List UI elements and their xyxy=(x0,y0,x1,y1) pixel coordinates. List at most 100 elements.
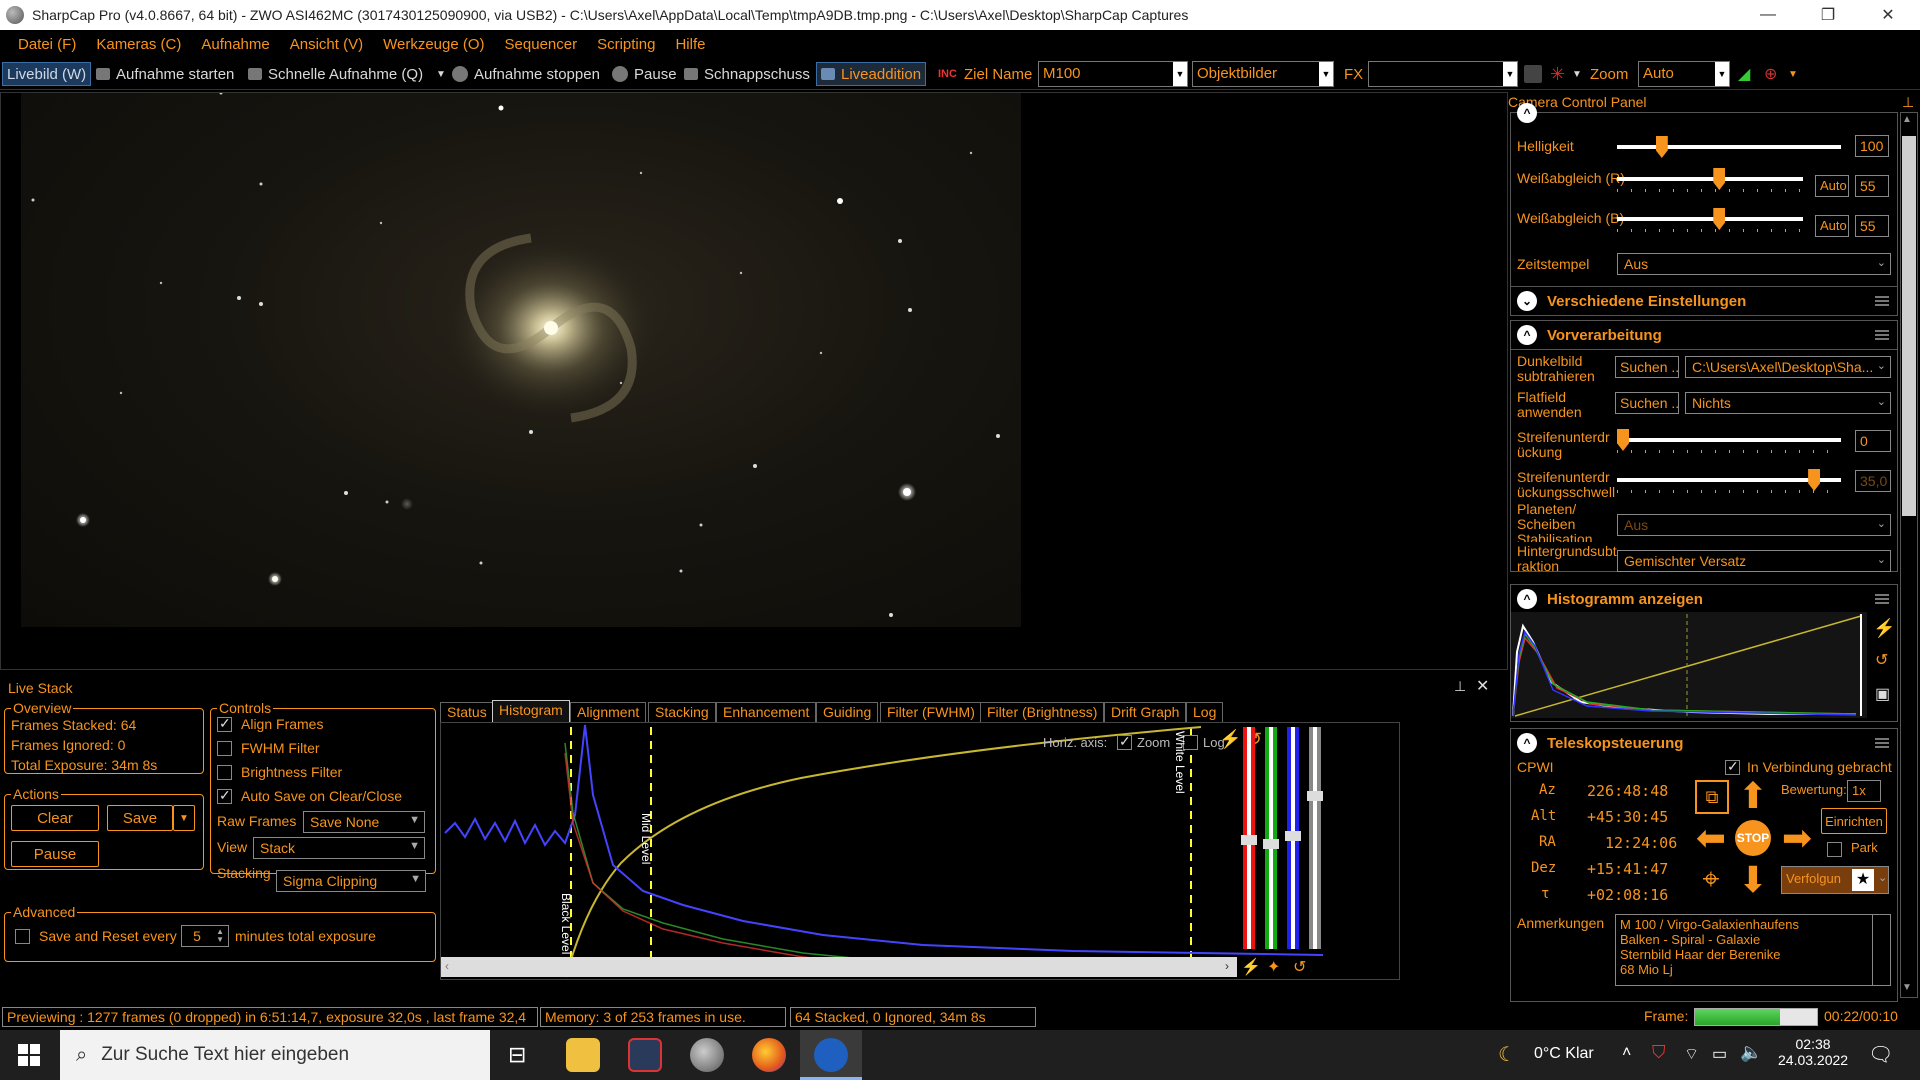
wb-b-auto[interactable]: Auto xyxy=(1815,215,1849,237)
focus-icon[interactable]: ⊕ xyxy=(1764,62,1777,86)
menu-scripting[interactable]: Scripting xyxy=(597,36,655,53)
wb-b-input[interactable]: 55 xyxy=(1855,215,1889,237)
wb-r-auto[interactable]: Auto xyxy=(1815,175,1849,197)
green-slider-handle[interactable] xyxy=(1263,839,1279,849)
livebild-button[interactable]: Livebild (W) xyxy=(2,62,92,86)
tab-guiding[interactable]: Guiding xyxy=(816,702,879,722)
tab-filter-fwhm[interactable]: Filter (FWHM) xyxy=(880,702,982,722)
notifications-icon[interactable]: 🗨 xyxy=(1868,1042,1893,1067)
verfolgung-select[interactable]: Verfolgun ★ ⌄ xyxy=(1781,866,1889,894)
cpwi-app-icon[interactable] xyxy=(628,1038,662,1072)
zeitstempel-select[interactable]: Aus ⌄ xyxy=(1617,253,1891,275)
collapse-icon[interactable]: ^ xyxy=(1517,103,1537,123)
save-dropdown-icon[interactable]: ▼ xyxy=(173,805,195,831)
chevron-down-icon[interactable]: ▼ xyxy=(1788,62,1798,86)
textarea-scrollbar[interactable] xyxy=(1872,915,1888,985)
reset-icon[interactable]: ↺ xyxy=(1875,650,1888,670)
streifen-input[interactable]: 0 xyxy=(1855,430,1891,452)
flatfield-select[interactable]: Nichts ⌄ xyxy=(1685,392,1891,414)
pause-button[interactable]: Pause xyxy=(612,62,677,86)
menu-sequencer[interactable]: Sequencer xyxy=(505,36,578,53)
vorverarbeitung-header[interactable]: ^ Vorverarbeitung xyxy=(1510,320,1898,350)
planeten-select[interactable]: Aus ⌄ xyxy=(1617,514,1891,536)
aufnahme-stoppen-button[interactable]: Aufnahme stoppen xyxy=(452,62,600,86)
shield-icon[interactable]: ⛉ xyxy=(1652,1042,1666,1063)
auto-save-checkbox[interactable] xyxy=(217,787,232,804)
slider-thumb[interactable] xyxy=(1713,208,1726,230)
menu-icon[interactable] xyxy=(1875,330,1889,340)
fwhm-filter-checkbox[interactable] xyxy=(217,741,232,756)
close-icon[interactable]: ✕ xyxy=(1476,676,1489,696)
arrow-left-button[interactable]: ⬅ xyxy=(1691,817,1731,858)
menu-icon[interactable] xyxy=(1875,594,1889,604)
scroll-left-icon[interactable]: ‹ xyxy=(445,959,449,973)
ziel-name-input[interactable]: M100 ▼ xyxy=(1038,61,1188,87)
lightning-icon[interactable]: ⚡ xyxy=(1873,618,1895,639)
crosshair-icon[interactable]: ✳ xyxy=(1550,62,1565,86)
menu-icon[interactable] xyxy=(1875,738,1889,748)
chevron-up-icon[interactable]: ˄ xyxy=(1622,1044,1631,1062)
sharpcap-icon[interactable] xyxy=(690,1038,724,1072)
close-button[interactable]: ✕ xyxy=(1860,0,1916,30)
pin-icon[interactable]: ⊥ xyxy=(1454,678,1466,695)
tab-filter-brightness[interactable]: Filter (Brightness) xyxy=(980,702,1105,722)
einrichten-button[interactable]: Einrichten xyxy=(1821,808,1887,834)
menu-aufnahme[interactable]: Aufnahme xyxy=(201,36,269,53)
histogram-view[interactable]: Horiz. axis: Zoom Log ⚡ ↺ Black Level Mi… xyxy=(440,722,1400,980)
chevron-down-icon[interactable]: ▼ xyxy=(1572,62,1582,86)
task-view-icon[interactable]: ⊟ xyxy=(508,1042,526,1068)
menu-werkzeuge[interactable]: Werkzeuge (O) xyxy=(383,36,484,53)
verbunden-checkbox[interactable] xyxy=(1725,758,1740,775)
battery-icon[interactable]: ▭ xyxy=(1712,1044,1727,1064)
park-checkbox[interactable] xyxy=(1827,842,1842,857)
slider-thumb[interactable] xyxy=(1617,429,1629,451)
pin-icon[interactable]: ⊥ xyxy=(1902,94,1914,111)
file-explorer-icon[interactable] xyxy=(566,1038,600,1072)
scroll-right-icon[interactable]: › xyxy=(1225,959,1229,973)
grid-icon[interactable] xyxy=(1524,62,1548,86)
zoom-checkbox[interactable] xyxy=(1117,733,1132,750)
wb-r-input[interactable]: 55 xyxy=(1855,175,1889,197)
schnelle-aufnahme-button[interactable]: Schnelle Aufnahme (Q) xyxy=(248,62,423,86)
histogram-stretch-icon[interactable]: ◢ xyxy=(1738,62,1750,86)
hintergrund-select[interactable]: Gemischter Versatz ⌄ xyxy=(1617,550,1891,572)
spiral-search-icon[interactable]: ⧉ xyxy=(1695,780,1729,814)
tab-histogram[interactable]: Histogram xyxy=(492,700,570,722)
view-select[interactable]: Stack ▼ xyxy=(253,837,425,859)
pause-stack-button[interactable]: Pause xyxy=(11,841,99,867)
helligkeit-slider[interactable] xyxy=(1617,136,1841,158)
scrollbar-thumb[interactable] xyxy=(1902,136,1916,516)
auto-stretch-icon[interactable]: ⚡ xyxy=(1241,957,1261,977)
arrow-up-button[interactable]: ⬆ xyxy=(1733,775,1773,816)
anmerkungen-textarea[interactable]: M 100 / Virgo-Galaxienhaufens Balken - S… xyxy=(1615,914,1891,986)
wb-b-slider[interactable] xyxy=(1617,208,1803,230)
save-button[interactable]: Save xyxy=(107,805,173,831)
helligkeit-input[interactable]: 100 xyxy=(1855,135,1889,157)
image-viewport[interactable] xyxy=(0,91,1508,670)
objektbilder-select[interactable]: Objektbilder ▼ xyxy=(1192,61,1334,87)
active-app-slot[interactable] xyxy=(800,1030,862,1080)
menu-datei[interactable]: Datei (F) xyxy=(18,36,76,53)
schwelle-input[interactable]: 35,0 xyxy=(1855,470,1891,492)
firefox-icon[interactable] xyxy=(752,1038,786,1072)
verschiedene-header[interactable]: ⌄ Verschiedene Einstellungen xyxy=(1510,286,1898,316)
stacking-select[interactable]: Sigma Clipping ▼ xyxy=(276,870,426,892)
arrow-down-button[interactable]: ⬇ xyxy=(1733,859,1773,900)
menu-hilfe[interactable]: Hilfe xyxy=(675,36,705,53)
taskbar-search[interactable]: ⌕ Zur Suche Text hier eingeben xyxy=(60,1030,490,1080)
crosshair-target-icon[interactable]: ⌖ xyxy=(1691,860,1731,900)
tab-drift-graph[interactable]: Drift Graph xyxy=(1104,702,1187,722)
zoom-select[interactable]: Auto ▼ xyxy=(1638,61,1730,87)
tab-stacking[interactable]: Stacking xyxy=(648,702,716,722)
menu-kameras[interactable]: Kameras (C) xyxy=(96,36,181,53)
wifi-icon[interactable]: ⌔ xyxy=(1684,1044,1699,1064)
reset-levels-icon[interactable]: ↺ xyxy=(1293,957,1306,977)
lum-slider-handle[interactable] xyxy=(1307,791,1323,801)
fx-select[interactable]: ▼ xyxy=(1368,61,1518,87)
dunkelbild-select[interactable]: C:\Users\Axel\Desktop\Sha... ⌄ xyxy=(1685,356,1891,378)
menu-icon[interactable] xyxy=(1875,296,1889,306)
scroll-down-icon[interactable]: ▼ xyxy=(1902,982,1912,993)
weather-text[interactable]: 0°C Klar xyxy=(1534,1045,1594,1063)
blue-slider-handle[interactable] xyxy=(1285,831,1301,841)
lightning-icon[interactable]: ⚡ xyxy=(1219,729,1241,750)
